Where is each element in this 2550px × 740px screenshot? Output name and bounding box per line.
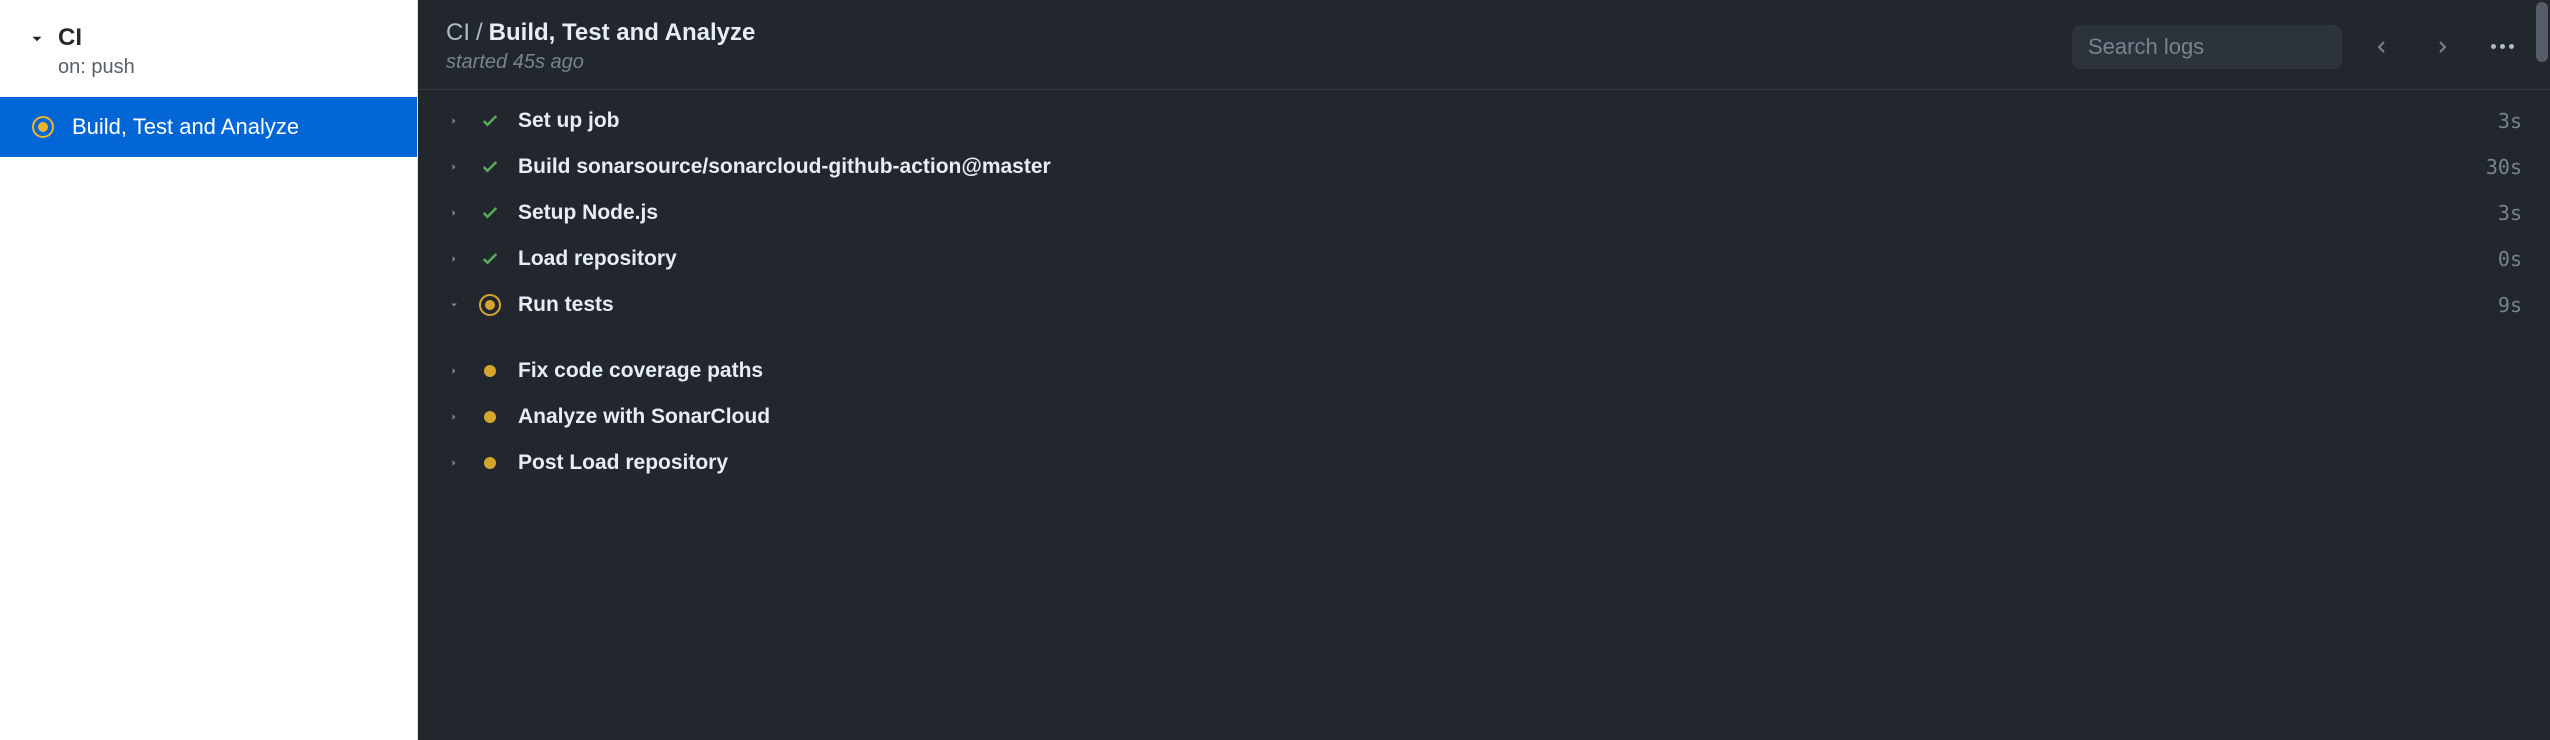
sidebar-job-build-test-analyze[interactable]: Build, Test and Analyze (0, 97, 417, 157)
check-icon (480, 249, 500, 269)
chevron-right-icon (2434, 39, 2450, 55)
kebab-dot-icon (2509, 44, 2514, 49)
breadcrumb-workflow: CI (446, 19, 470, 46)
step-duration: 30s (2486, 155, 2522, 179)
workflow-trigger: on: push (58, 56, 135, 79)
check-icon (480, 203, 500, 223)
next-button[interactable] (2422, 27, 2462, 67)
in-progress-icon (32, 116, 54, 138)
expand-right-icon (446, 207, 462, 219)
step-duration: 0s (2498, 247, 2522, 271)
step-name: Setup Node.js (518, 201, 2482, 225)
step-row[interactable]: Fix code coverage paths (418, 348, 2550, 394)
check-icon (480, 111, 500, 131)
step-duration: 3s (2498, 201, 2522, 225)
expand-right-icon (446, 457, 462, 469)
check-icon (480, 157, 500, 177)
sidebar-job-label: Build, Test and Analyze (72, 114, 299, 140)
breadcrumb-job: Build, Test and Analyze (489, 19, 756, 46)
step-duration: 9s (2498, 293, 2522, 317)
step-row[interactable]: Set up job 3s (418, 98, 2550, 144)
step-duration: 3s (2498, 109, 2522, 133)
breadcrumb-separator: / (470, 19, 489, 46)
log-header: CI/Build, Test and Analyze started 45s a… (418, 0, 2550, 90)
step-row[interactable]: Post Load repository (418, 440, 2550, 486)
expand-down-icon (446, 299, 462, 311)
queued-icon (484, 457, 496, 469)
step-row[interactable]: Load repository 0s (418, 236, 2550, 282)
step-name: Run tests (518, 293, 2482, 317)
prev-button[interactable] (2362, 27, 2402, 67)
step-name: Set up job (518, 109, 2482, 133)
search-input[interactable] (2072, 25, 2342, 69)
workflow-name: CI (58, 24, 135, 52)
step-row[interactable]: Analyze with SonarCloud (418, 394, 2550, 440)
steps-list: Set up job 3s Build sonarsource/sonarclo… (418, 90, 2550, 740)
kebab-dot-icon (2500, 44, 2505, 49)
step-row[interactable]: Build sonarsource/sonarcloud-github-acti… (418, 144, 2550, 190)
expand-right-icon (446, 365, 462, 377)
kebab-dot-icon (2491, 44, 2496, 49)
expand-right-icon (446, 161, 462, 173)
header-controls (2072, 25, 2522, 69)
expand-right-icon (446, 253, 462, 265)
chevron-down-icon (28, 30, 46, 48)
more-options-button[interactable] (2482, 27, 2522, 67)
expand-right-icon (446, 115, 462, 127)
queued-icon (484, 365, 496, 377)
step-name: Analyze with SonarCloud (518, 405, 2506, 429)
queued-icon (484, 411, 496, 423)
step-row[interactable]: Run tests 9s (418, 282, 2550, 328)
in-progress-icon (479, 294, 501, 316)
log-panel: CI/Build, Test and Analyze started 45s a… (418, 0, 2550, 740)
step-name: Load repository (518, 247, 2482, 271)
step-row[interactable]: Setup Node.js 3s (418, 190, 2550, 236)
chevron-left-icon (2374, 39, 2390, 55)
sidebar: CI on: push Build, Test and Analyze (0, 0, 418, 740)
step-name: Post Load repository (518, 451, 2506, 475)
step-name: Build sonarsource/sonarcloud-github-acti… (518, 155, 2470, 179)
started-text: started 45s ago (446, 51, 755, 74)
scrollbar-thumb[interactable] (2536, 2, 2548, 62)
workflow-header[interactable]: CI on: push (0, 0, 417, 97)
expand-right-icon (446, 411, 462, 423)
step-name: Fix code coverage paths (518, 359, 2506, 383)
breadcrumb: CI/Build, Test and Analyze (446, 19, 755, 47)
scrollbar[interactable] (2534, 0, 2550, 740)
